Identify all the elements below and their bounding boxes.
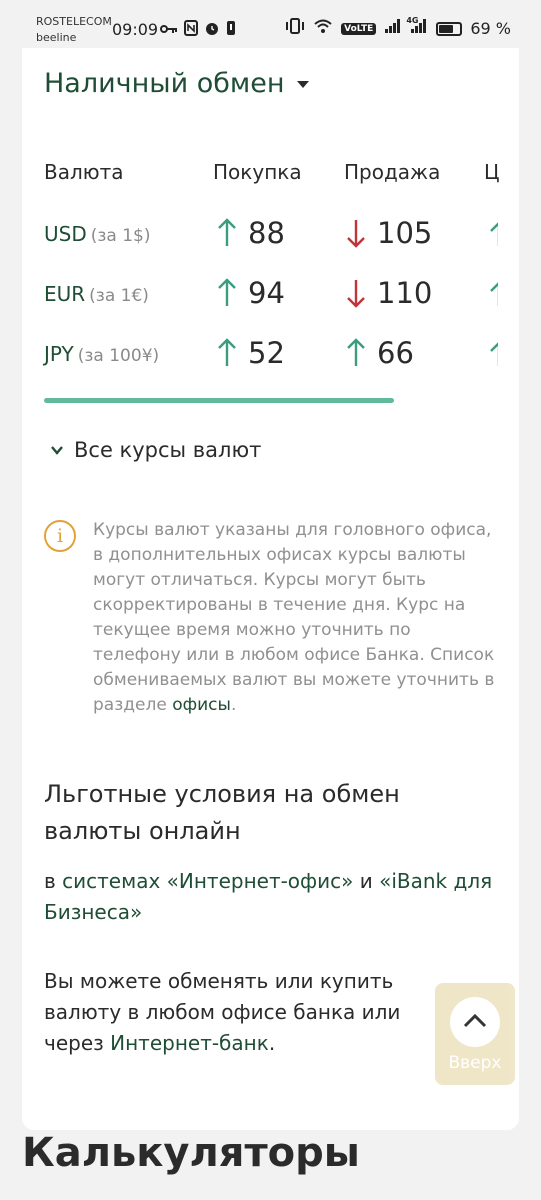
rate-row-usd: USD (за 1$) 88 105 — [22, 204, 519, 264]
systems-mid: и — [353, 869, 380, 893]
exchange-type-label: Наличный обмен — [44, 68, 285, 99]
info-suffix: . — [230, 695, 237, 715]
sell-rate-cell: 66 — [345, 336, 414, 370]
volte-badge: VoLTE — [341, 22, 377, 35]
currency-code: USD — [44, 222, 87, 246]
buy-rate-value: 88 — [248, 216, 285, 250]
currency-unit: (за 1$) — [90, 226, 151, 246]
carrier-info: ROSTELECOM beeline — [36, 14, 112, 46]
buy-rate-value: 52 — [248, 336, 285, 370]
wifi-icon — [313, 18, 333, 39]
internet-office-link[interactable]: системах «Интернет-офис» — [62, 869, 353, 893]
offices-paragraph: Вы можете обменять или купить валюту в л… — [44, 966, 464, 1059]
sell-rate-cell: 105 — [345, 216, 432, 250]
up-circle — [450, 997, 500, 1047]
arrow-down-icon — [345, 217, 367, 249]
benefit-heading: Льготные условия на обмен валюты онлайн — [44, 780, 400, 845]
info-icon: i — [44, 520, 76, 552]
offices-link[interactable]: офисы — [172, 695, 231, 715]
column-header-currency: Валюта — [44, 160, 124, 184]
sell-rate-value: 66 — [377, 336, 414, 370]
vibrate-icon — [285, 18, 305, 39]
battery-icon — [436, 21, 463, 36]
arrow-down-icon — [345, 277, 367, 309]
info-body: Курсы валют указаны для головного офиса,… — [93, 520, 495, 715]
column-header-buy: Покупка — [213, 160, 302, 184]
currency-unit: (за 100¥) — [77, 346, 160, 366]
arrow-up-icon — [216, 217, 238, 249]
column-header-clipped: Ц — [484, 160, 500, 184]
offices-suffix: . — [268, 1031, 276, 1055]
status-bar: ROSTELECOM beeline 09:09 VoLTE 4G 69 % — [0, 0, 541, 48]
notification-icon — [226, 20, 236, 41]
arrow-up-icon — [216, 277, 238, 309]
buy-rate-cell: 52 — [216, 336, 285, 370]
clipped-arrow-icon — [488, 220, 498, 248]
signal-icon-2: 4G — [406, 16, 428, 39]
alarm-icon — [204, 20, 220, 41]
clipped-arrow-icon — [488, 340, 498, 368]
info-text: Курсы валют указаны для головного офиса,… — [93, 518, 503, 718]
buy-rate-cell: 88 — [216, 216, 285, 250]
nfc-icon — [184, 20, 198, 41]
currency-code: JPY — [44, 342, 74, 366]
all-rates-label: Все курсы валют — [74, 438, 262, 462]
carrier-1: ROSTELECOM — [36, 15, 112, 28]
currency-cell: EUR (за 1€) — [44, 282, 149, 306]
all-rates-toggle[interactable]: Все курсы валют — [50, 438, 261, 462]
chevron-up-icon — [463, 1013, 487, 1028]
buy-rate-cell: 94 — [216, 276, 285, 310]
status-time: 09:09 — [112, 20, 159, 39]
status-icons-right: VoLTE 4G 69 % — [285, 16, 511, 39]
key-icon — [160, 22, 178, 40]
scroll-top-label: Вверх — [448, 1053, 502, 1073]
chevron-down-icon — [51, 446, 63, 455]
calculators-heading: Калькуляторы — [22, 1130, 360, 1176]
currency-code: EUR — [44, 282, 86, 306]
arrow-up-icon — [216, 337, 238, 369]
horizontal-scrollbar[interactable] — [44, 398, 394, 403]
internet-bank-link[interactable]: Интернет-банк — [110, 1031, 269, 1055]
signal-icon-1 — [384, 18, 402, 39]
systems-prefix: в — [44, 869, 63, 893]
caret-down-icon — [296, 81, 309, 88]
rate-row-jpy: JPY (за 100¥) 52 66 — [22, 324, 519, 384]
arrow-up-icon — [345, 337, 367, 369]
status-icons-left — [160, 20, 236, 41]
sell-rate-cell: 110 — [345, 276, 432, 310]
currency-unit: (за 1€) — [89, 286, 149, 306]
systems-paragraph: в системах «Интернет-офис» и «iBank для … — [44, 866, 504, 928]
sell-rate-value: 105 — [377, 216, 433, 250]
carrier-2: beeline — [36, 31, 77, 44]
rate-row-eur: EUR (за 1€) 94 110 — [22, 264, 519, 324]
scroll-top-button[interactable]: Вверх — [435, 983, 515, 1085]
currency-cell: USD (за 1$) — [44, 222, 151, 246]
network-type: 4G — [406, 16, 419, 25]
sell-rate-value: 110 — [377, 276, 433, 310]
clipped-arrow-icon — [488, 280, 498, 308]
battery-percent: 69 % — [470, 19, 511, 38]
exchange-type-dropdown[interactable]: Наличный обмен — [44, 68, 309, 99]
column-header-sell: Продажа — [344, 160, 441, 184]
exchange-card: Наличный обмен Валюта Покупка Продажа Ц … — [22, 48, 519, 1130]
currency-cell: JPY (за 100¥) — [44, 342, 159, 366]
buy-rate-value: 94 — [248, 276, 285, 310]
